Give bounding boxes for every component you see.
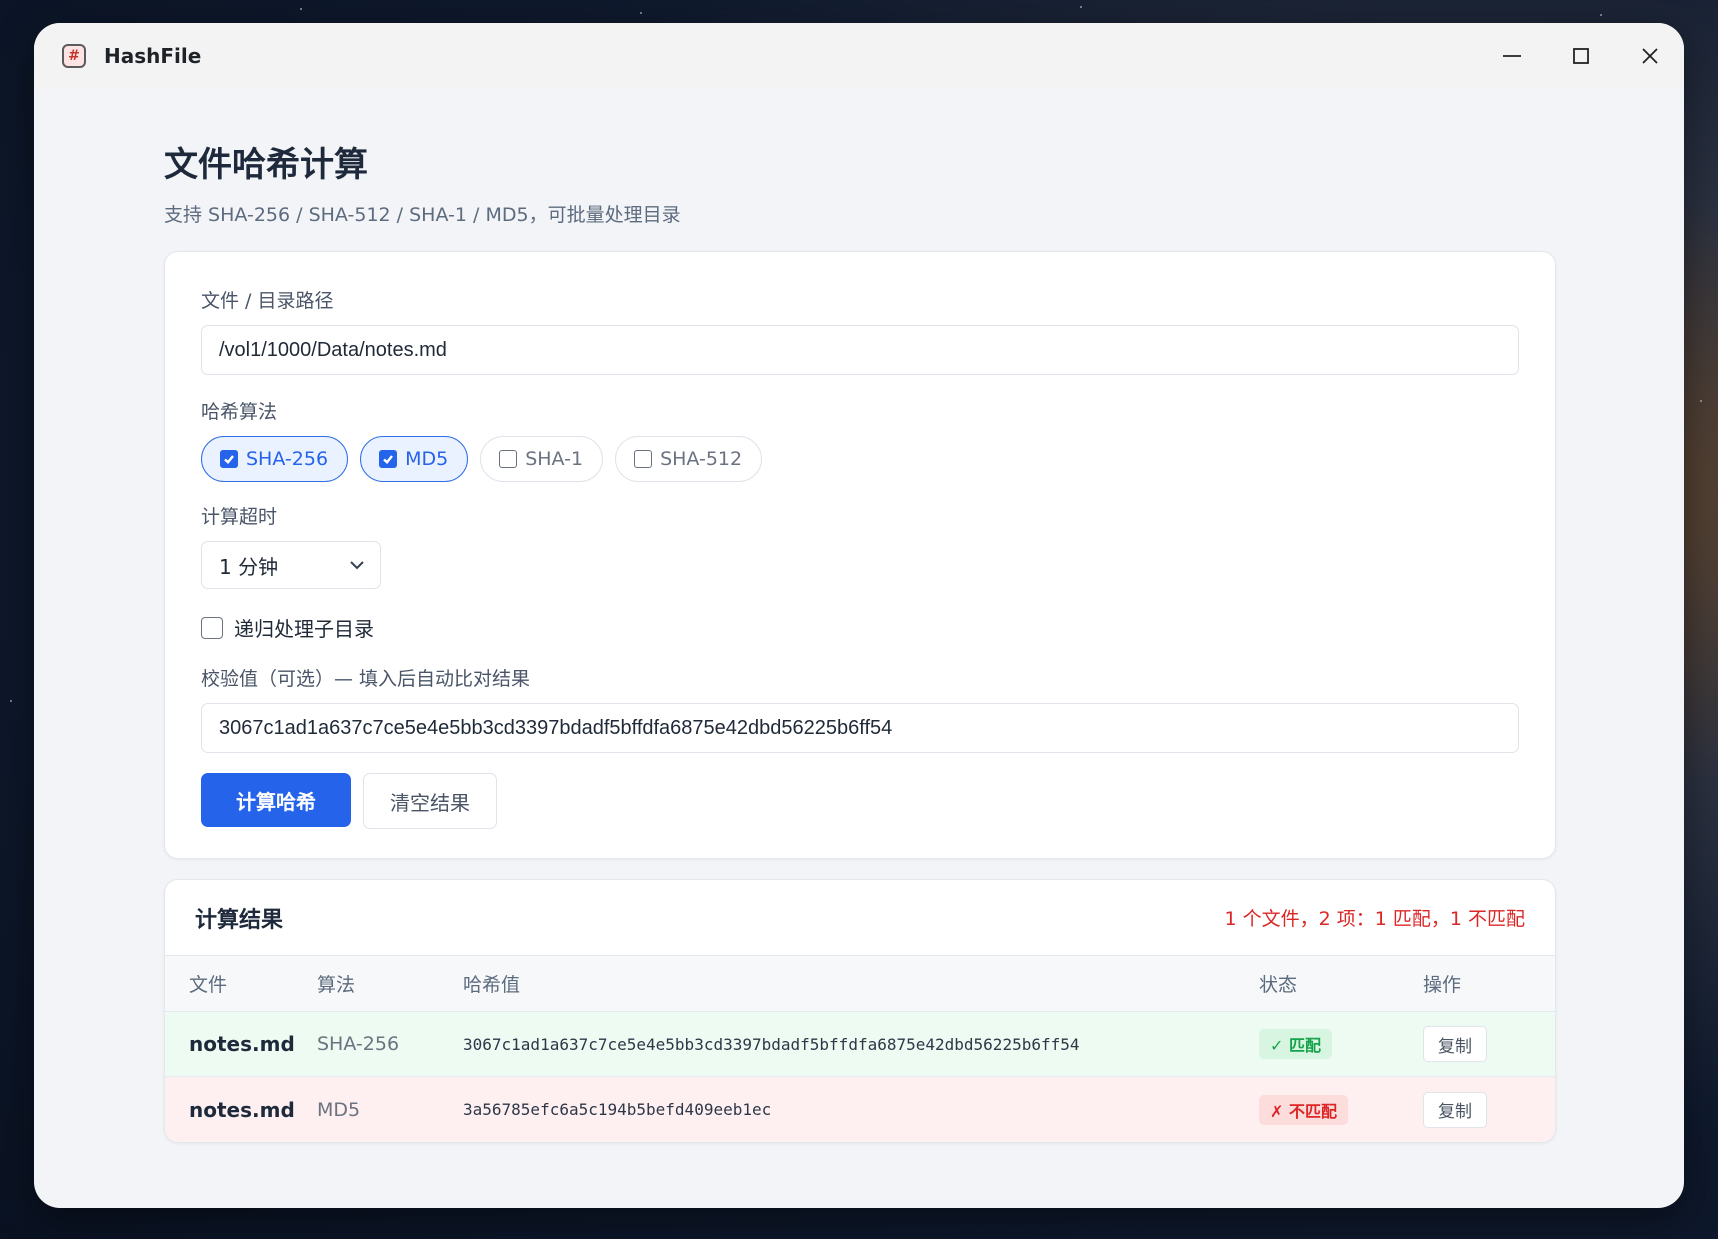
- checksum-input[interactable]: 3067c1ad1a637c7ce5e4e5bb3cd3397bdadf5bff…: [201, 703, 1519, 753]
- checkbox-unchecked-icon: [499, 450, 518, 468]
- status-badge: ✗ 不匹配: [1259, 1094, 1348, 1125]
- checkbox-checked-icon: [379, 450, 398, 468]
- copy-button[interactable]: 复制: [1423, 1091, 1487, 1128]
- algorithm-label: 哈希算法: [201, 401, 278, 423]
- path-input[interactable]: /vol1/1000/Data/notes.md: [201, 325, 1519, 375]
- results-header: 计算结果 1 个文件，2 项：1 匹配，1 不匹配: [165, 880, 1555, 956]
- algo-chip-sha256[interactable]: SHA-256: [201, 436, 349, 482]
- cell-hash: 3a56785efc6a5c194b5befd409eeb1ec: [463, 1100, 772, 1119]
- cell-algorithm: SHA-256: [317, 1033, 400, 1055]
- column-header-status: 状态: [1259, 974, 1298, 996]
- algo-chip-label: SHA-512: [660, 448, 743, 470]
- column-header-hash: 哈希值: [463, 974, 521, 996]
- hash-grid-icon: #: [62, 44, 86, 68]
- app-title: HashFile: [104, 44, 202, 68]
- timeout-value: 1 分钟: [219, 554, 279, 579]
- close-button[interactable]: [1615, 23, 1684, 89]
- compute-hash-button[interactable]: 计算哈希: [201, 773, 351, 827]
- cell-status: ✓ 匹配: [1259, 1029, 1423, 1059]
- cell-algorithm: MD5: [317, 1098, 361, 1121]
- results-summary: 1 个文件，2 项：1 匹配，1 不匹配: [1224, 908, 1525, 930]
- algo-chip-sha512[interactable]: SHA-512: [615, 436, 763, 482]
- recurse-checkbox[interactable]: [201, 616, 223, 639]
- minimize-icon: [1502, 55, 1521, 57]
- recurse-option[interactable]: 递归处理子目录: [201, 613, 1519, 642]
- algo-chip-label: MD5: [405, 448, 449, 470]
- algo-chip-label: SHA-256: [246, 448, 329, 470]
- main-content: 文件哈希计算 支持 SHA-256 / SHA-512 / SHA-1 / MD…: [164, 89, 1556, 1143]
- action-buttons: 计算哈希 清空结果: [201, 773, 1519, 829]
- close-icon: [1641, 48, 1658, 64]
- algorithm-options: SHA-256 MD5 SHA-1 SHA-512: [201, 436, 1519, 482]
- clear-results-button[interactable]: 清空结果: [363, 773, 497, 829]
- app-window: # HashFile 文件哈希计算 支持 SHA-256 / SHA-512 /…: [34, 23, 1684, 1208]
- cell-status: ✗ 不匹配: [1259, 1094, 1423, 1125]
- cell-action: 复制: [1423, 1026, 1543, 1062]
- algo-chip-label: SHA-1: [525, 448, 584, 470]
- results-card: 计算结果 1 个文件，2 项：1 匹配，1 不匹配 文件 算法 哈希值 状态 操…: [164, 879, 1556, 1143]
- algo-chip-md5[interactable]: MD5: [360, 436, 469, 482]
- column-header-action: 操作: [1423, 974, 1462, 996]
- algo-chip-sha1[interactable]: SHA-1: [480, 436, 604, 482]
- checkbox-unchecked-icon: [634, 450, 653, 468]
- page-subtitle: 支持 SHA-256 / SHA-512 / SHA-1 / MD5，可批量处理…: [164, 204, 681, 226]
- checksum-label: 校验值（可选）— 填入后自动比对结果: [201, 668, 531, 690]
- page-title: 文件哈希计算: [164, 145, 368, 185]
- maximize-button[interactable]: [1546, 23, 1615, 89]
- table-row: notes.md MD5 3a56785efc6a5c194b5befd409e…: [165, 1077, 1555, 1142]
- timeout-label: 计算超时: [201, 506, 278, 528]
- cell-file: notes.md: [189, 1032, 295, 1056]
- column-header-algorithm: 算法: [317, 974, 356, 996]
- table-row: notes.md SHA-256 3067c1ad1a637c7ce5e4e5b…: [165, 1012, 1555, 1077]
- cell-file: notes.md: [189, 1097, 295, 1122]
- title-bar: # HashFile: [34, 23, 1684, 89]
- cell-hash: 3067c1ad1a637c7ce5e4e5bb3cd3397bdadf5bff…: [463, 1034, 1080, 1054]
- checkbox-checked-icon: [220, 450, 238, 468]
- status-badge: ✓ 匹配: [1259, 1029, 1332, 1059]
- recurse-label: 递归处理子目录: [234, 617, 374, 641]
- window-controls: [1477, 23, 1684, 89]
- column-header-file: 文件: [189, 974, 228, 996]
- results-title: 计算结果: [195, 907, 284, 933]
- timeout-select[interactable]: 1 分钟: [201, 541, 381, 589]
- maximize-icon: [1572, 48, 1589, 64]
- path-label: 文件 / 目录路径: [201, 290, 334, 312]
- minimize-button[interactable]: [1477, 23, 1546, 89]
- chevron-down-icon: [350, 561, 364, 570]
- results-table-header: 文件 算法 哈希值 状态 操作: [165, 956, 1555, 1012]
- cell-action: 复制: [1423, 1091, 1543, 1128]
- copy-button[interactable]: 复制: [1423, 1026, 1487, 1062]
- hash-form-card: 文件 / 目录路径 /vol1/1000/Data/notes.md 哈希算法 …: [164, 251, 1556, 859]
